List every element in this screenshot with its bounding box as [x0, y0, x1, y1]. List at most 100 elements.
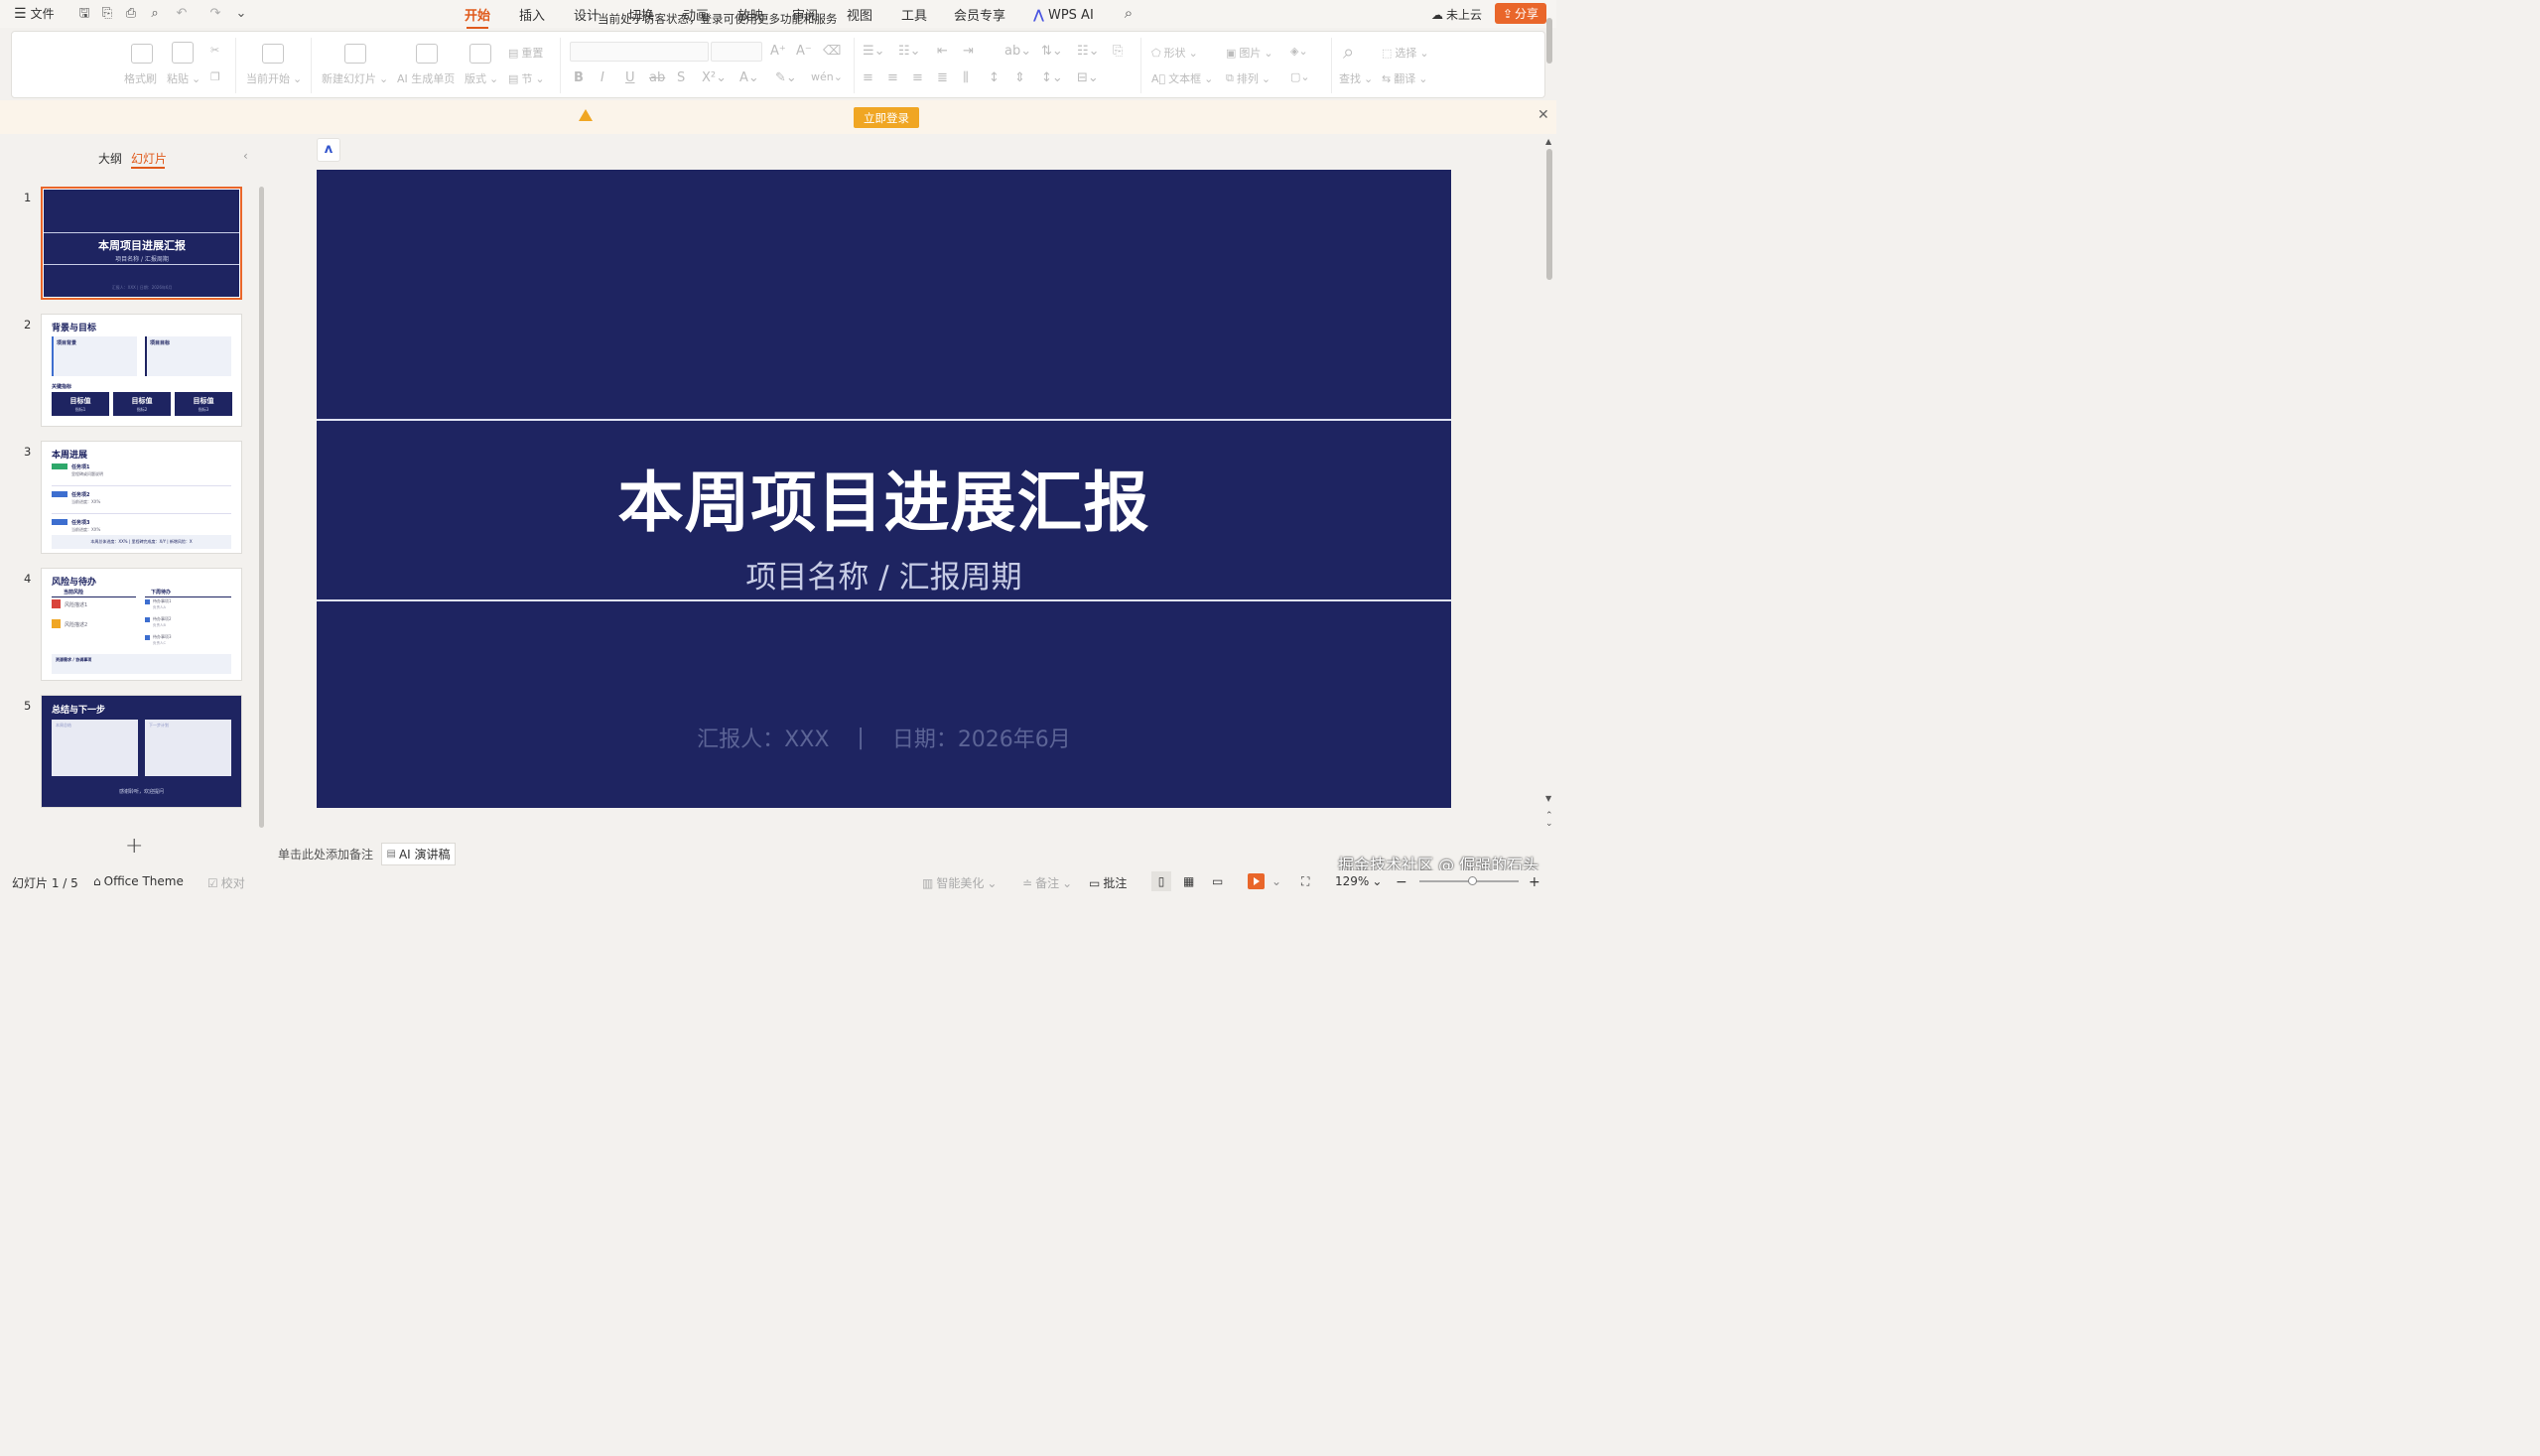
format-painter-button[interactable]: 格式刷: [124, 70, 157, 86]
section-button[interactable]: ▤ 节 ⌄: [508, 70, 545, 86]
highlight-icon[interactable]: ✎⌄: [775, 70, 797, 85]
theme-button[interactable]: ⌂ Office Theme: [93, 874, 184, 888]
export-icon[interactable]: ⎘: [99, 6, 115, 22]
strikethrough-icon[interactable]: ab: [649, 70, 665, 85]
fit-window-icon[interactable]: ⛶: [1301, 874, 1309, 889]
cloud-status[interactable]: ☁ 未上云: [1431, 6, 1482, 23]
slide-subtitle[interactable]: 项目名称 / 汇报周期: [317, 552, 1451, 596]
normal-view-icon[interactable]: ▯: [1151, 871, 1171, 891]
tab-home[interactable]: 开始: [465, 5, 490, 29]
search-icon[interactable]: ⌕: [1121, 5, 1136, 21]
zoom-out-icon[interactable]: −: [1396, 874, 1407, 890]
clear-format-icon[interactable]: ⌫: [823, 44, 841, 59]
find-icon[interactable]: ⌕: [1343, 40, 1354, 64]
undo-icon[interactable]: ↶: [174, 6, 190, 22]
text-direction-icon[interactable]: ab⌄: [1004, 44, 1031, 59]
font-color-icon[interactable]: A⌄: [739, 70, 759, 85]
slide-thumbnail-1[interactable]: 本周项目进展汇报 项目名称 / 汇报周期 汇报人：XXX | 日期：2026年6…: [41, 187, 242, 300]
convert-icon[interactable]: ⎘: [1113, 44, 1123, 59]
line-spacing-icon[interactable]: ↕: [989, 70, 1000, 85]
increase-font-icon[interactable]: A⁺: [770, 44, 786, 59]
outline-icon[interactable]: ▢⌄: [1290, 70, 1310, 83]
print-icon[interactable]: ⎙: [123, 6, 139, 22]
tab-outline[interactable]: 大纲: [98, 150, 122, 167]
ai-speech-button[interactable]: ▤ AI 演讲稿: [381, 843, 456, 865]
scroll-up-icon[interactable]: ▲: [1545, 137, 1551, 146]
font-family-select[interactable]: [570, 42, 709, 62]
align-right-icon[interactable]: ≡: [912, 70, 923, 85]
chevron-down-icon[interactable]: ⌄: [1271, 874, 1281, 888]
find-button[interactable]: 查找 ⌄: [1339, 70, 1373, 86]
notes-toggle-button[interactable]: ≐ 备注 ⌄: [1022, 874, 1072, 891]
ai-assist-icon[interactable]: ᴧ: [317, 138, 340, 162]
reading-view-icon[interactable]: ▭: [1212, 874, 1223, 888]
page-nav-icon[interactable]: ⌃ ⌄: [1545, 812, 1553, 829]
comments-button[interactable]: ▭ 批注: [1089, 874, 1127, 891]
bold-icon[interactable]: B: [574, 70, 584, 85]
slide-thumbnail-5[interactable]: 总结与下一步 本周总结 下一步计划 感谢聆听，欢迎提问: [41, 695, 242, 808]
chevron-down-icon[interactable]: ⌄: [233, 6, 249, 22]
select-button[interactable]: ⬚ 选择 ⌄: [1382, 45, 1429, 61]
tab-view[interactable]: 视图: [847, 5, 872, 25]
decrease-font-icon[interactable]: A⁻: [796, 44, 812, 59]
notes-placeholder[interactable]: 单击此处添加备注: [278, 846, 373, 862]
shadow-icon[interactable]: S: [677, 70, 685, 85]
arrange-button[interactable]: ⧉ 排列 ⌄: [1226, 70, 1270, 86]
proofread-button[interactable]: ☑ 校对: [207, 874, 245, 891]
ai-single-page-button[interactable]: AI 生成单页: [397, 70, 455, 86]
fill-icon[interactable]: ◈⌄: [1290, 45, 1308, 58]
spacing-dropdown-icon[interactable]: ↕⌄: [1041, 70, 1063, 85]
underline-icon[interactable]: U: [625, 70, 635, 85]
zoom-level[interactable]: 129% ⌄: [1335, 874, 1382, 888]
numbered-list-icon[interactable]: ☷⌄: [898, 44, 921, 59]
slide-canvas[interactable]: 本周项目进展汇报 项目名称 / 汇报周期 汇报人：XXX | 日期：2026年6…: [317, 170, 1451, 808]
zoom-in-icon[interactable]: +: [1529, 874, 1540, 890]
tab-wps-ai[interactable]: ⋀ WPS AI: [1033, 5, 1094, 25]
print-preview-icon[interactable]: ⌕: [147, 6, 163, 22]
phonetic-icon[interactable]: wén⌄: [811, 70, 843, 83]
play-slideshow-icon[interactable]: [1248, 873, 1265, 889]
bullet-list-icon[interactable]: ☰⌄: [863, 44, 885, 59]
add-slide-icon[interactable]: +: [125, 834, 143, 859]
reset-button[interactable]: ▤ 重置: [508, 45, 543, 61]
tab-member[interactable]: 会员专享: [954, 5, 1005, 25]
redo-icon[interactable]: ↷: [207, 6, 223, 22]
distribute-icon[interactable]: ⫼: [963, 70, 969, 85]
slide-thumbnail-3[interactable]: 本周进展 任务项1 任务项2 任务项3 里程碑或问题说明 当前进度：XX% 当前…: [41, 441, 242, 554]
slide-title[interactable]: 本周项目进展汇报: [317, 450, 1451, 545]
decrease-indent-icon[interactable]: ⇤: [937, 44, 948, 59]
italic-icon[interactable]: I: [601, 70, 604, 85]
zoom-slider-handle[interactable]: [1468, 876, 1477, 885]
sorter-view-icon[interactable]: ▦: [1183, 874, 1194, 888]
tab-insert[interactable]: 插入: [519, 5, 545, 25]
login-button[interactable]: 立即登录: [854, 107, 919, 128]
translate-button[interactable]: ⇆ 翻译 ⌄: [1382, 70, 1427, 86]
smart-beautify-button[interactable]: ▥ 智能美化 ⌄: [922, 874, 997, 891]
canvas-scrollbar[interactable]: [1546, 149, 1552, 280]
picture-button[interactable]: ▣ 图片 ⌄: [1226, 45, 1273, 61]
textbox-button[interactable]: A⃞ 文本框 ⌄: [1151, 70, 1213, 86]
new-slide-button[interactable]: 新建幻灯片 ⌄: [322, 70, 388, 86]
font-size-select[interactable]: [711, 42, 762, 62]
align-left-icon[interactable]: ≡: [863, 70, 873, 85]
paste-button[interactable]: 粘贴 ⌄: [167, 70, 201, 86]
scroll-down-icon[interactable]: ▼: [1545, 794, 1551, 803]
cut-icon[interactable]: ✂: [210, 44, 219, 57]
share-button[interactable]: ⇪ 分享: [1495, 3, 1546, 24]
justify-icon[interactable]: ≣: [937, 70, 948, 85]
increase-indent-icon[interactable]: ⇥: [963, 44, 974, 59]
panel-scrollbar[interactable]: [259, 187, 264, 828]
tab-slides[interactable]: 幻灯片: [131, 150, 167, 167]
tab-design[interactable]: 设计: [574, 5, 600, 25]
tab-tools[interactable]: 工具: [901, 5, 927, 25]
window-scrollbar[interactable]: [1546, 18, 1552, 64]
start-from-current-button[interactable]: 当前开始 ⌄: [246, 70, 302, 86]
copy-icon[interactable]: ❐: [210, 70, 220, 83]
columns-icon[interactable]: ☷⌄: [1077, 44, 1100, 59]
save-icon[interactable]: 🖫: [76, 6, 92, 22]
collapse-panel-icon[interactable]: ‹: [243, 149, 248, 163]
paragraph-spacing-icon[interactable]: ⇕: [1014, 70, 1025, 85]
slide-thumbnail-4[interactable]: 风险与待办 当前风险 下周待办 风险描述1 风险描述2 待办事项1 待办事项2 …: [41, 568, 242, 681]
layout-button[interactable]: 版式 ⌄: [465, 70, 498, 86]
superscript-icon[interactable]: X²⌄: [702, 70, 727, 85]
